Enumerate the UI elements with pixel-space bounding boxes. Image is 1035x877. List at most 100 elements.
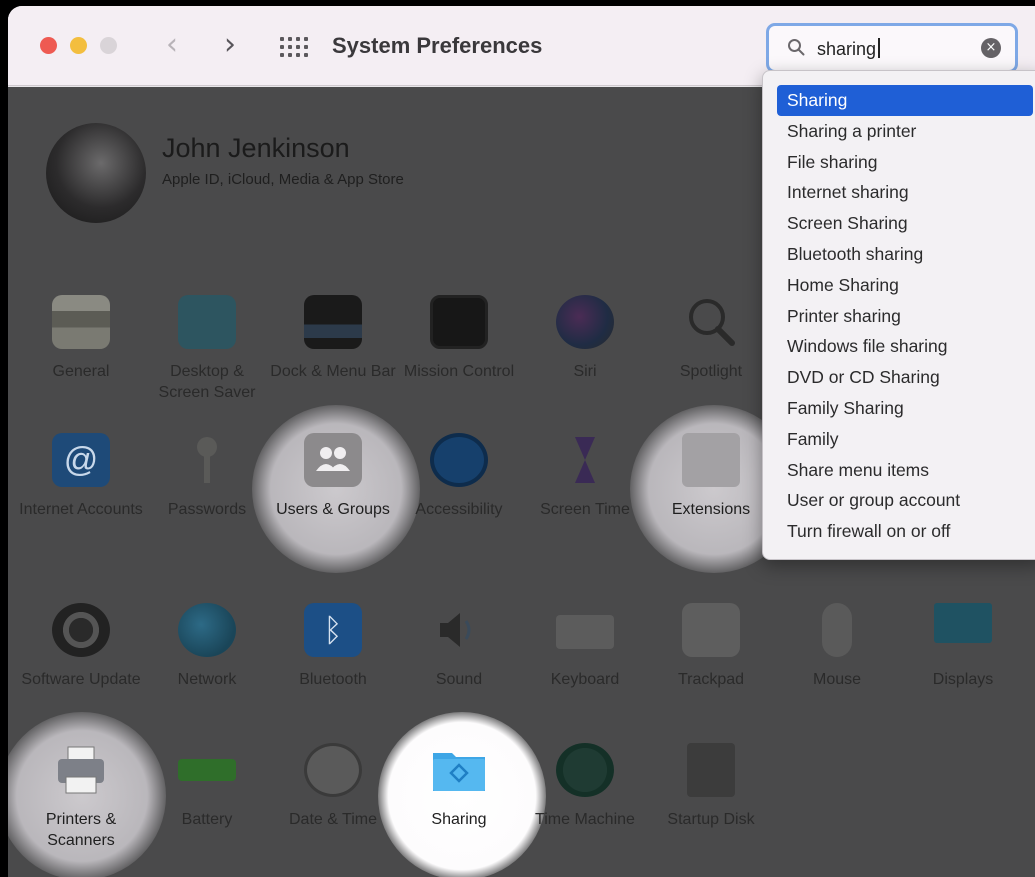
pane-label: Keyboard: [550, 671, 620, 688]
pane-users-groups[interactable]: Users & Groups: [270, 433, 396, 520]
pane-startup-disk[interactable]: Startup Disk: [648, 743, 774, 830]
pane-dock-menu-bar[interactable]: Dock & Menu Bar: [270, 295, 396, 382]
pane-mouse[interactable]: Mouse: [774, 603, 900, 690]
at-icon: @: [52, 433, 110, 487]
pane-label: General: [52, 363, 110, 380]
pane-siri[interactable]: Siri: [522, 295, 648, 382]
suggestion-item[interactable]: Internet sharing: [777, 177, 1033, 208]
pane-mission-control[interactable]: Mission Control: [396, 295, 522, 382]
pane-passwords[interactable]: Passwords: [144, 433, 270, 520]
suggestion-item[interactable]: Printer sharing: [777, 301, 1033, 332]
minimize-button[interactable]: [70, 37, 87, 54]
pane-screen-time[interactable]: Screen Time: [522, 433, 648, 520]
dock-icon: [304, 295, 362, 349]
pane-bluetooth[interactable]: ᛒ Bluetooth: [270, 603, 396, 690]
suggestion-item[interactable]: User or group account: [777, 485, 1033, 516]
puzzle-icon: [682, 433, 740, 487]
pane-sound[interactable]: Sound: [396, 603, 522, 690]
pane-spotlight[interactable]: Spotlight: [648, 295, 774, 382]
pane-label: Accessibility: [415, 501, 503, 518]
pane-desktop-screen-saver[interactable]: Desktop & Screen Saver: [144, 295, 270, 403]
avatar[interactable]: [46, 123, 146, 223]
pane-label: Dock & Menu Bar: [270, 363, 396, 380]
suggestion-item[interactable]: File sharing: [777, 147, 1033, 178]
suggestion-item[interactable]: Home Sharing: [777, 270, 1033, 301]
suggestion-item[interactable]: DVD or CD Sharing: [777, 362, 1033, 393]
mouse-icon: [822, 603, 852, 657]
pane-keyboard[interactable]: Keyboard: [522, 603, 648, 690]
pane-label: Network: [177, 671, 237, 688]
account-name[interactable]: John Jenkinson: [162, 133, 350, 164]
pane-label: Startup Disk: [667, 811, 755, 828]
suggestion-item[interactable]: Share menu items: [777, 455, 1033, 486]
suggestion-item[interactable]: Family Sharing: [777, 393, 1033, 424]
siri-icon: [556, 295, 614, 349]
hourglass-icon: [556, 433, 614, 487]
suggestion-item[interactable]: Sharing a printer: [777, 116, 1033, 147]
pane-label: Passwords: [167, 501, 247, 518]
pane-label: Battery: [181, 811, 233, 828]
pane-trackpad[interactable]: Trackpad: [648, 603, 774, 690]
trackpad-icon: [682, 603, 740, 657]
pane-label: Trackpad: [677, 671, 745, 688]
suggestion-item[interactable]: Bluetooth sharing: [777, 239, 1033, 270]
show-all-grid-icon[interactable]: [280, 37, 308, 57]
pane-label: Screen Time: [540, 501, 630, 518]
zoom-button[interactable]: [100, 37, 117, 54]
suggestion-item[interactable]: Family: [777, 424, 1033, 455]
mission-control-icon: [430, 295, 488, 349]
folder-icon: [430, 743, 488, 797]
pane-label: Time Machine: [535, 811, 635, 828]
back-button[interactable]: ‹: [166, 28, 178, 62]
users-icon: [304, 433, 362, 487]
pane-label: Software Update: [21, 671, 141, 688]
account-subtitle[interactable]: Apple ID, iCloud, Media & App Store: [162, 171, 404, 188]
pane-battery[interactable]: Battery: [144, 743, 270, 830]
display-icon: [934, 603, 992, 643]
search-suggestions-menu: Sharing Sharing a printer File sharing I…: [762, 70, 1035, 560]
suggestion-item[interactable]: Sharing: [777, 85, 1033, 116]
clear-search-icon[interactable]: ×: [981, 38, 1001, 58]
system-preferences-window: ‹ › System Preferences sharing × John Je…: [8, 6, 1035, 877]
pane-sharing[interactable]: Sharing: [396, 743, 522, 830]
pane-internet-accounts[interactable]: @ Internet Accounts: [18, 433, 144, 520]
general-icon: [52, 295, 110, 349]
pane-label: Displays: [932, 671, 994, 688]
close-button[interactable]: [40, 37, 57, 54]
window-title: System Preferences: [332, 33, 543, 58]
time-machine-icon: [556, 743, 614, 797]
pane-label: Mouse: [812, 671, 862, 688]
search-field[interactable]: sharing ×: [766, 23, 1018, 73]
accessibility-icon: [430, 433, 488, 487]
battery-icon: [178, 759, 236, 781]
pane-label: Mission Control: [403, 363, 515, 380]
search-value: sharing: [817, 39, 877, 59]
keyboard-icon: [556, 615, 614, 649]
pane-label: Spotlight: [679, 363, 743, 380]
pane-printers-scanners[interactable]: Printers & Scanners: [18, 743, 144, 851]
suggestion-item[interactable]: Turn firewall on or off: [777, 516, 1033, 547]
printer-icon: [52, 743, 110, 797]
pane-label: Extensions: [671, 501, 751, 518]
pane-accessibility[interactable]: Accessibility: [396, 433, 522, 520]
pane-displays[interactable]: Displays: [900, 603, 1026, 690]
search-input[interactable]: sharing: [817, 38, 880, 60]
pane-extensions[interactable]: Extensions: [648, 433, 774, 520]
pane-label: Sound: [435, 671, 483, 688]
pane-label: Sharing: [431, 811, 487, 828]
gear-icon: [52, 603, 110, 657]
pane-network[interactable]: Network: [144, 603, 270, 690]
desktop-icon: [178, 295, 236, 349]
pane-label: Desktop & Screen Saver: [158, 363, 256, 401]
disk-icon: [687, 743, 735, 797]
suggestion-item[interactable]: Screen Sharing: [777, 208, 1033, 239]
pane-general[interactable]: General: [18, 295, 144, 382]
pane-label: Printers & Scanners: [45, 811, 117, 849]
suggestion-item[interactable]: Windows file sharing: [777, 331, 1033, 362]
pane-date-time[interactable]: Date & Time: [270, 743, 396, 830]
pane-time-machine[interactable]: Time Machine: [522, 743, 648, 830]
forward-button[interactable]: ›: [224, 28, 236, 62]
pane-software-update[interactable]: Software Update: [18, 603, 144, 690]
globe-icon: [178, 603, 236, 657]
clock-icon: [304, 743, 362, 797]
